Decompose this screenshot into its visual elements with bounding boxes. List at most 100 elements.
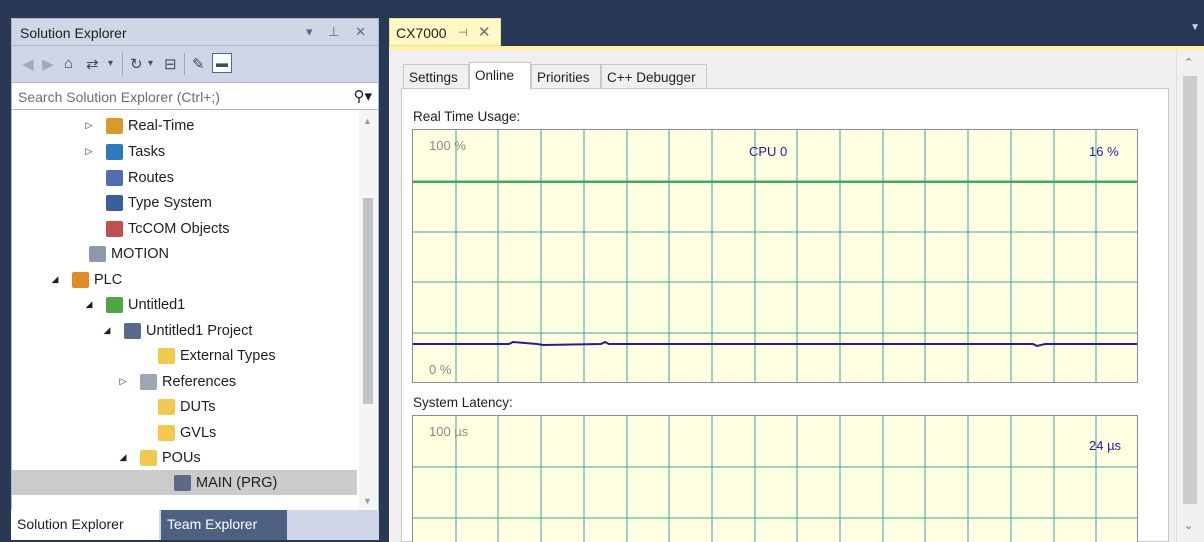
realtime-usage-graph: 100 % CPU 0 16 % 0 % [412, 129, 1138, 383]
tree-node-label: Routes [128, 169, 174, 186]
tab-solution-explorer[interactable]: Solution Explorer [11, 510, 159, 540]
routes-icon [106, 169, 123, 186]
collapsed-arrow-icon[interactable]: ▷ [82, 146, 96, 157]
scroll-up-icon[interactable]: ▲ [363, 116, 372, 126]
home-icon[interactable]: ⌂ [64, 55, 73, 72]
close-icon[interactable]: ✕ [478, 23, 491, 41]
realtime-icon [106, 117, 123, 134]
back-icon[interactable]: ◀ [22, 55, 34, 73]
document-tab-title: CX7000 [396, 25, 447, 41]
document-tab-cx7000[interactable]: CX7000 ⊣ ✕ [389, 18, 501, 46]
plc-project-icon [106, 296, 123, 313]
collapsed-arrow-icon[interactable]: ▷ [82, 120, 96, 131]
scroll-down-icon[interactable]: ⌄ [1184, 519, 1193, 532]
tree-node-label: MOTION [111, 245, 169, 262]
tree-node[interactable]: MAIN (PRG) [12, 470, 357, 495]
tree-node[interactable]: External Types [12, 343, 276, 368]
solution-explorer-titlebar: Solution Explorer ▾ ⊥ ✕ [11, 18, 379, 46]
solution-explorer-toolbar: ◀ ▶ ⌂ ⇄ ▾ ↻ ▾ ⊟ ✎ ▬ [11, 46, 379, 82]
scrollbar-thumb[interactable] [1183, 76, 1197, 504]
tree-node[interactable]: Routes [12, 165, 174, 190]
document-scrollbar[interactable]: ⌃ ⌄ [1176, 50, 1202, 542]
tree-node-label: Real-Time [128, 117, 195, 134]
history-icon[interactable]: ↻ [130, 55, 143, 73]
tree-node-label: DUTs [180, 398, 216, 415]
pin-icon[interactable]: ⊣ [458, 26, 468, 39]
cpu-usage-value: 16 % [1089, 144, 1119, 159]
tree-node[interactable]: Type System [12, 190, 212, 215]
tree-node[interactable]: ▷ Tasks [12, 139, 165, 164]
tree-node-label: PLC [94, 271, 123, 288]
folder-icon [158, 398, 175, 415]
panel-window-buttons[interactable]: ▾ ⊥ ✕ [306, 24, 372, 40]
tab-online[interactable]: Online [469, 62, 531, 90]
tree-node[interactable]: ▷ Real-Time [12, 113, 194, 138]
folder-icon [158, 347, 175, 364]
graph-top-scale: 100 % [429, 138, 466, 153]
tree-node-label: Tasks [128, 143, 166, 160]
tab-cpp-debugger[interactable]: C++ Debugger [601, 64, 707, 90]
system-latency-graph: 100 µs 24 µs [412, 415, 1138, 542]
tree-node[interactable]: ◢ Untitled1 [12, 292, 185, 317]
realtime-usage-label: Real Time Usage: [413, 109, 521, 124]
tree-node[interactable]: MOTION [12, 241, 169, 266]
online-panel: Real Time Usage: 100 % CPU 0 16 % 0 % Sy… [401, 88, 1169, 542]
folder-icon [158, 424, 175, 441]
forward-icon[interactable]: ▶ [42, 55, 54, 73]
expanded-arrow-icon[interactable]: ◢ [100, 325, 114, 336]
tree-node-label: References [162, 373, 237, 390]
type-system-icon [106, 194, 123, 211]
chevron-down-icon[interactable]: ▾ [148, 58, 153, 69]
project-icon [124, 322, 141, 339]
motion-icon [89, 245, 106, 262]
scrollbar-thumb[interactable] [363, 198, 373, 404]
toolbar-separator [184, 53, 185, 75]
tree-node-label: Type System [128, 194, 212, 211]
tree-node[interactable]: TcCOM Objects [12, 216, 230, 241]
expanded-arrow-icon[interactable]: ◢ [82, 299, 96, 310]
toolbar-separator [122, 53, 123, 75]
tree-node-label: MAIN (PRG) [196, 474, 278, 491]
tab-priorities[interactable]: Priorities [531, 64, 601, 90]
expanded-arrow-icon[interactable]: ◢ [116, 452, 130, 463]
folder-open-icon [140, 449, 157, 466]
sync-view-icon[interactable]: ⇄ [86, 55, 99, 73]
tasks-icon [106, 143, 123, 160]
graph-bottom-scale: 0 % [429, 362, 452, 377]
expanded-arrow-icon[interactable]: ◢ [48, 274, 62, 285]
chevron-down-icon[interactable]: ▾ [108, 58, 113, 69]
scroll-down-icon[interactable]: ▼ [363, 496, 372, 506]
search-input[interactable]: Search Solution Explorer (Ctrl+;) [18, 89, 220, 105]
tree-node[interactable]: ▷ References [12, 369, 236, 394]
scroll-up-icon[interactable]: ⌃ [1184, 56, 1193, 69]
panel-title: Solution Explorer [20, 25, 127, 41]
solution-tree: ▷ Real-Time ▷ Tasks Routes Type System TcCOM O… [11, 110, 379, 510]
references-icon [140, 373, 157, 390]
solution-search-box[interactable]: Search Solution Explorer (Ctrl+;) ⚲▾ [11, 82, 379, 110]
preview-toggle-icon[interactable]: ▬ [212, 53, 232, 73]
tree-node-label: Untitled1 [128, 296, 186, 313]
plc-icon [72, 271, 89, 288]
tree-node[interactable]: DUTs [12, 394, 215, 419]
document-content: Settings Online Priorities C++ Debugger … [389, 50, 1204, 542]
collapsed-arrow-icon[interactable]: ▷ [116, 376, 130, 387]
system-latency-label: System Latency: [413, 395, 513, 410]
wrench-icon[interactable]: ✎ [192, 55, 205, 73]
tree-node[interactable]: ◢ Untitled1 Project [12, 318, 252, 343]
tree-node-label: External Types [180, 347, 276, 364]
collapse-all-icon[interactable]: ⊟ [164, 55, 177, 73]
document-dropdown-icon[interactable]: ▼ [1190, 22, 1200, 33]
tree-node[interactable]: GVLs [12, 420, 216, 445]
solution-explorer-panel: Solution Explorer ▾ ⊥ ✕ ◀ ▶ ⌂ ⇄ ▾ ↻ ▾ ⊟ … [11, 18, 379, 540]
tree-scrollbar[interactable]: ▲ ▼ [359, 110, 377, 510]
latency-top-scale: 100 µs [429, 424, 469, 439]
tree-node[interactable]: ◢ PLC [12, 267, 122, 292]
tab-team-explorer[interactable]: Team Explorer [161, 510, 287, 540]
tab-settings[interactable]: Settings [403, 64, 469, 90]
tree-node[interactable]: ◢ POUs [12, 445, 201, 470]
cpu-usage-line [413, 340, 1137, 348]
search-icon[interactable]: ⚲▾ [353, 87, 372, 105]
latency-value: 24 µs [1089, 438, 1122, 453]
panel-bottom-tabs: Solution Explorer Team Explorer [11, 510, 379, 540]
tree-node-label: GVLs [180, 424, 217, 441]
